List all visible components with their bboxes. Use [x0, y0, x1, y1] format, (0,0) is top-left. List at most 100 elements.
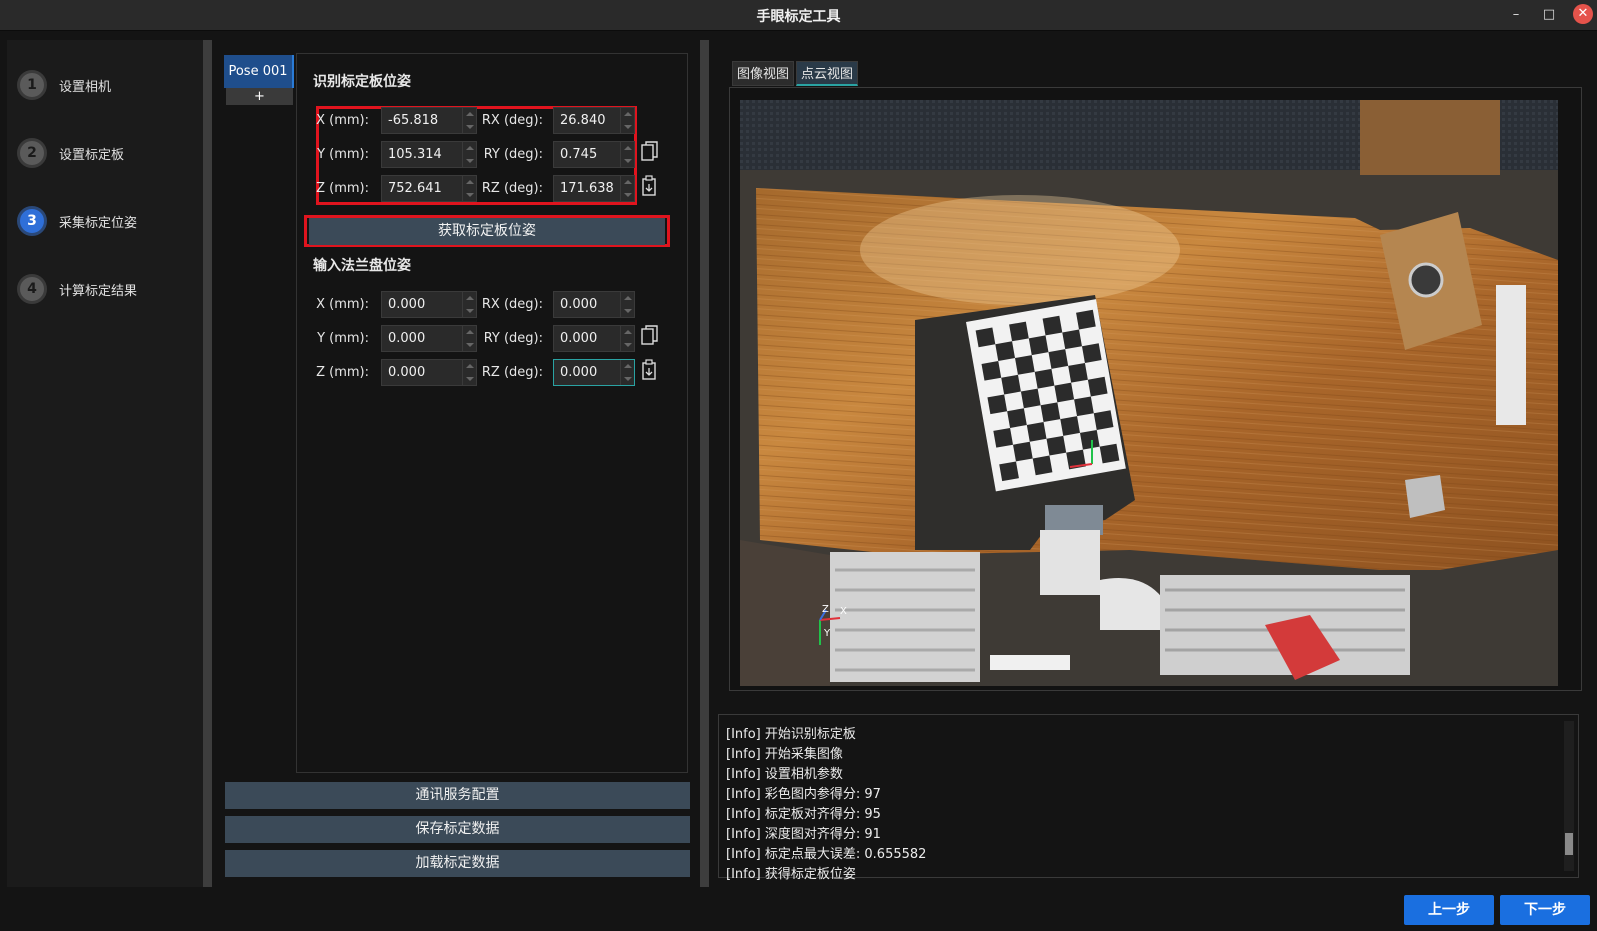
- step-item-setup-board[interactable]: 2 设置标定板: [17, 136, 124, 170]
- flange-ry-label: RY (deg):: [483, 331, 543, 346]
- axis-x-label: X: [840, 606, 847, 617]
- board-ry-label: RY (deg):: [483, 147, 543, 162]
- flange-rz-label: RZ (deg):: [481, 365, 543, 380]
- flange-x-field[interactable]: 0.000: [381, 291, 477, 318]
- spin-arrows-icon[interactable]: [462, 142, 476, 167]
- checker-square: [981, 360, 1002, 381]
- spin-arrows-icon[interactable]: [462, 108, 476, 133]
- board-rz-label: RZ (deg):: [481, 181, 543, 196]
- tab-image-view[interactable]: 图像视图: [732, 61, 795, 86]
- log-line: [Info] 标定板对齐得分: 95: [726, 807, 881, 822]
- checker-square: [1068, 362, 1088, 383]
- field-value: 0.000: [560, 365, 598, 380]
- next-step-button[interactable]: 下一步: [1500, 895, 1590, 925]
- flange-rx-label: RX (deg):: [481, 297, 543, 312]
- checker-square: [993, 427, 1014, 448]
- board-y-label: Y (mm):: [317, 147, 369, 162]
- spin-arrows-icon[interactable]: [462, 176, 476, 201]
- point-cloud-view[interactable]: Z Y X: [740, 100, 1558, 686]
- flange-x-label: X (mm):: [316, 297, 369, 312]
- flange-rx-field[interactable]: 0.000: [553, 291, 635, 318]
- checker-square: [1028, 335, 1049, 356]
- flange-pose-title: 输入法兰盘位姿: [313, 258, 411, 274]
- minimize-button[interactable]: –: [1505, 4, 1527, 26]
- spin-arrows-icon[interactable]: [620, 326, 634, 351]
- spin-arrows-icon[interactable]: [462, 326, 476, 351]
- field-value: -65.818: [388, 113, 439, 128]
- prev-step-button[interactable]: 上一步: [1404, 895, 1494, 925]
- spin-arrows-icon[interactable]: [620, 292, 634, 317]
- checker-square: [975, 327, 996, 348]
- point-cloud-scene: Z Y X: [740, 100, 1558, 686]
- checker-square: [1034, 368, 1055, 389]
- add-pose-button[interactable]: +: [226, 88, 293, 105]
- step-number-icon: 4: [17, 274, 47, 304]
- flange-z-label: Z (mm):: [316, 365, 369, 380]
- board-x-field[interactable]: -65.818: [381, 107, 477, 134]
- board-rx-field[interactable]: 26.840: [553, 107, 635, 134]
- step-item-setup-camera[interactable]: 1 设置相机: [17, 68, 111, 102]
- spin-arrows-icon[interactable]: [620, 108, 634, 133]
- paste-icon[interactable]: [641, 359, 659, 381]
- checker-square: [1001, 374, 1021, 395]
- load-data-button[interactable]: 加载标定数据: [225, 850, 690, 877]
- log-line: [Info] 获得标定板位姿: [726, 867, 856, 882]
- spin-arrows-icon[interactable]: [620, 142, 634, 167]
- log-scrollbar[interactable]: [1564, 721, 1574, 871]
- spin-arrows-icon[interactable]: [620, 176, 634, 201]
- comm-config-button[interactable]: 通讯服务配置: [225, 782, 690, 809]
- checker-square: [1054, 382, 1075, 403]
- checker-square: [995, 341, 1016, 361]
- checker-square: [999, 461, 1019, 482]
- flange-rz-field[interactable]: 0.000: [553, 359, 635, 386]
- board-rz-field[interactable]: 171.638: [553, 175, 635, 202]
- spin-arrows-icon[interactable]: [462, 292, 476, 317]
- board-z-label: Z (mm):: [316, 181, 369, 196]
- save-data-button[interactable]: 保存标定数据: [225, 816, 690, 843]
- get-board-pose-button[interactable]: 获取标定板位姿: [309, 218, 665, 245]
- step-sidebar: 1 设置相机 2 设置标定板 3 采集标定位姿 4 计算标定结果: [7, 40, 203, 887]
- board-z-field[interactable]: 752.641: [381, 175, 477, 202]
- splitter-middle[interactable]: [700, 40, 709, 887]
- checker-square: [1099, 443, 1120, 464]
- step-label: 计算标定结果: [59, 283, 138, 299]
- checker-square: [1009, 321, 1029, 342]
- checker-square: [1040, 402, 1061, 423]
- flange-y-label: Y (mm):: [317, 331, 369, 346]
- checker-square: [1042, 315, 1063, 336]
- spin-arrows-icon[interactable]: [462, 360, 476, 385]
- axis-z-label: Z: [822, 604, 829, 615]
- copy-icon[interactable]: [641, 325, 659, 347]
- board-y-field[interactable]: 105.314: [381, 141, 477, 168]
- splitter-left[interactable]: [203, 40, 212, 887]
- axis-y-label: Y: [823, 628, 831, 639]
- field-value: 0.000: [388, 365, 426, 380]
- field-value: 0.000: [560, 297, 598, 312]
- step-item-collect-pose[interactable]: 3 采集标定位姿: [17, 204, 137, 238]
- tab-pose-001[interactable]: Pose 001: [224, 55, 294, 88]
- flange-ry-field[interactable]: 0.000: [553, 325, 635, 352]
- checker-square: [987, 394, 1008, 415]
- flange-z-field[interactable]: 0.000: [381, 359, 477, 386]
- flange-y-field[interactable]: 0.000: [381, 325, 477, 352]
- title-bar: 手眼标定工具 – □ ✕: [0, 0, 1597, 31]
- maximize-button[interactable]: □: [1538, 4, 1560, 26]
- board-ry-field[interactable]: 0.745: [553, 141, 635, 168]
- checker-square: [1013, 441, 1033, 462]
- log-line: [Info] 设置相机参数: [726, 767, 843, 782]
- spin-arrows-icon[interactable]: [620, 360, 634, 385]
- log-line: [Info] 开始识别标定板: [726, 727, 856, 742]
- step-number-icon: 2: [17, 138, 47, 168]
- log-line: [Info] 开始采集图像: [726, 747, 843, 762]
- step-item-compute-result[interactable]: 4 计算标定结果: [17, 272, 137, 306]
- log-panel: [Info] 开始识别标定板 [Info] 开始采集图像 [Info] 设置相机…: [718, 714, 1579, 882]
- checker-square: [1087, 376, 1108, 397]
- tab-pointcloud-view[interactable]: 点云视图: [796, 61, 859, 86]
- board-x-label: X (mm):: [316, 113, 369, 128]
- paste-icon[interactable]: [641, 175, 659, 197]
- close-button[interactable]: ✕: [1573, 4, 1593, 24]
- checker-square: [1076, 309, 1096, 330]
- copy-icon[interactable]: [641, 141, 659, 163]
- scrollbar-thumb[interactable]: [1565, 833, 1573, 855]
- field-value: 0.000: [388, 331, 426, 346]
